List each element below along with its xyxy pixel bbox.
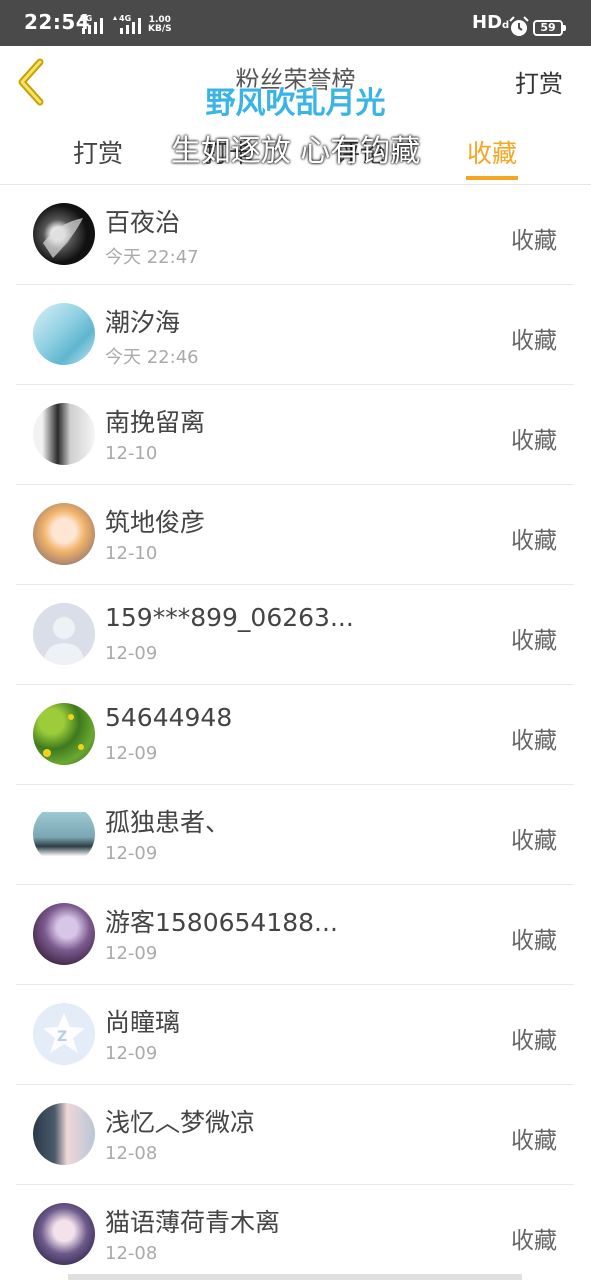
timestamp: 12-08 [105, 1143, 158, 1164]
default-avatar-icon [43, 617, 85, 665]
action-label: 收藏 [511, 1128, 557, 1154]
action-label: 收藏 [511, 628, 557, 654]
user-name: 159***899_06263... [105, 603, 354, 632]
list-item[interactable]: 潮汐海 今天 22:46 收藏 [16, 285, 574, 385]
avatar [33, 903, 95, 965]
avatar [33, 203, 95, 265]
network-speed: 1.00 KB/S [148, 15, 172, 34]
avatar [33, 303, 95, 365]
avatar [33, 403, 95, 465]
avatar [33, 1103, 95, 1165]
list-item[interactable]: 159***899_06263... 12-09 收藏 [16, 585, 574, 685]
list-item[interactable]: 游客1580654188... 12-09 收藏 [16, 885, 574, 985]
action-label: 收藏 [511, 828, 557, 854]
action-label: 收藏 [511, 928, 557, 954]
list-item[interactable]: 孤独患者、 12-09 收藏 [16, 785, 574, 885]
avatar [33, 503, 95, 565]
avatar: Z [33, 1003, 95, 1065]
action-label: 收藏 [511, 728, 557, 754]
overlay-text-primary: 野风吹乱月光 [205, 86, 386, 121]
user-name: 孤独患者、 [105, 808, 231, 837]
action-label: 收藏 [511, 428, 557, 454]
list-item[interactable]: 百夜治 今天 22:47 收藏 [16, 185, 574, 285]
action-label: 收藏 [511, 528, 557, 554]
signal-4g-icon: 4G [113, 14, 141, 34]
timestamp: 12-09 [105, 1043, 158, 1064]
alarm-icon [509, 16, 529, 36]
user-name: 筑地俊彦 [105, 508, 206, 537]
list-item[interactable]: 南挽留离 12-10 收藏 [16, 385, 574, 485]
user-name: 游客1580654188... [105, 908, 338, 937]
action-label: 收藏 [511, 1028, 557, 1054]
list-item[interactable]: 54644948 12-09 收藏 [16, 685, 574, 785]
user-name: 尚瞳璃 [105, 1008, 181, 1037]
avatar [33, 803, 95, 865]
timestamp: 12-10 [105, 543, 158, 564]
fan-list: 百夜治 今天 22:47 收藏 潮汐海 今天 22:46 收藏 南挽留离 12-… [16, 185, 574, 1280]
signal-2g-icon: 2G [80, 14, 103, 34]
timestamp: 12-10 [105, 443, 158, 464]
list-item[interactable]: 猫语薄荷青木离 12-08 收藏 [16, 1185, 574, 1280]
timestamp: 12-08 [105, 1243, 158, 1264]
timestamp: 12-09 [105, 743, 158, 764]
hd-indicator: HDd [472, 12, 510, 33]
avatar [33, 1203, 95, 1265]
timestamp: 今天 22:47 [105, 247, 199, 268]
action-label: 收藏 [511, 328, 557, 354]
timestamp: 12-09 [105, 943, 158, 964]
page: 22:54 2G 4G 1.00 KB/S HDd 59 粉丝荣誉榜 打赏 野风… [0, 0, 591, 1280]
timestamp: 今天 22:46 [105, 347, 199, 368]
user-name: 54644948 [105, 703, 233, 732]
user-name: 南挽留离 [105, 408, 206, 437]
user-name: 浅忆︿梦微凉 [105, 1108, 256, 1137]
list-item[interactable]: Z 尚瞳璃 12-09 收藏 [16, 985, 574, 1085]
list-item[interactable]: 浅忆︿梦微凉 12-08 收藏 [16, 1085, 574, 1185]
action-label: 收藏 [511, 1228, 557, 1254]
user-name: 百夜治 [105, 208, 181, 237]
battery-icon: 59 [533, 20, 566, 36]
timestamp: 12-09 [105, 843, 158, 864]
qzone-default-avatar-icon: Z [43, 1013, 85, 1053]
timestamp: 12-09 [105, 643, 158, 664]
svg-text:Z: Z [57, 1029, 67, 1045]
scroll-indicator [68, 1274, 522, 1280]
avatar [33, 603, 95, 665]
user-name: 潮汐海 [105, 308, 181, 337]
avatar [33, 703, 95, 765]
svg-text:4G: 4G [119, 14, 131, 23]
list-item[interactable]: 筑地俊彦 12-10 收藏 [16, 485, 574, 585]
overlay-text-secondary: 生如逐放 心有钩藏 [170, 134, 421, 169]
status-bar: 22:54 2G 4G 1.00 KB/S HDd 59 [0, 0, 591, 46]
active-tab-indicator [466, 176, 518, 180]
action-label: 收藏 [511, 228, 557, 254]
user-name: 猫语薄荷青木离 [105, 1208, 281, 1237]
svg-text:2G: 2G [80, 14, 92, 23]
